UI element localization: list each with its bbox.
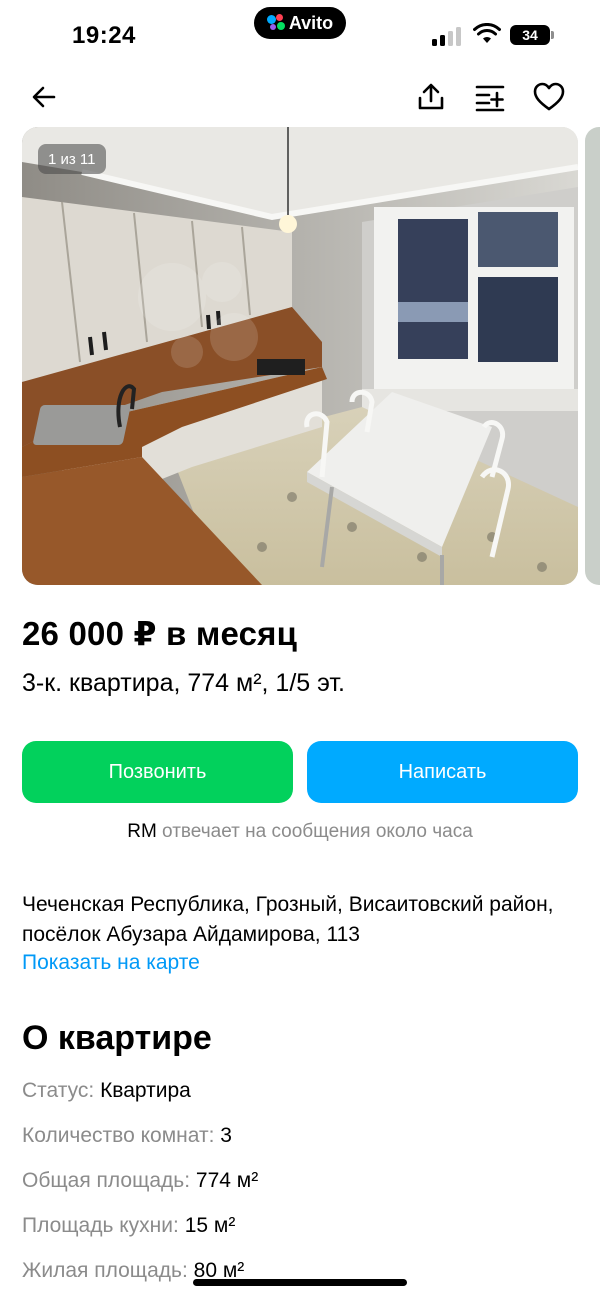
photo-counter: 1 из 11 — [38, 144, 106, 174]
param-label: Статус: — [22, 1079, 95, 1102]
listing-title: 3-к. квартира, 774 м², 1/5 эт. — [22, 669, 345, 697]
home-indicator[interactable] — [193, 1279, 407, 1286]
param-label: Площадь кухни: — [22, 1214, 179, 1237]
next-photo-preview[interactable] — [585, 127, 600, 585]
reply-time-text: отвечает на сообщения около часа — [156, 821, 473, 842]
param-value: 15 м² — [184, 1214, 236, 1237]
arrow-left-icon — [32, 86, 56, 108]
status-bar: 19:24 Avito 34 — [0, 0, 600, 70]
price: 26 000 ₽ в месяц — [22, 615, 298, 652]
param-row: Общая площадь: 774 м² — [22, 1169, 258, 1193]
app-badge-label: Avito — [288, 12, 334, 33]
param-label: Жилая площадь: — [22, 1259, 188, 1282]
about-section-title: О квартире — [22, 1019, 212, 1057]
battery-level: 34 — [522, 27, 538, 43]
seller-name: RM — [127, 821, 157, 842]
compare-list-icon — [475, 85, 505, 112]
param-value: 774 м² — [195, 1169, 259, 1192]
param-value: Квартира — [100, 1079, 191, 1102]
compare-button[interactable] — [467, 74, 513, 120]
call-button[interactable]: Позвонить — [22, 741, 293, 803]
clock: 19:24 — [72, 22, 136, 49]
cellular-signal-icon — [432, 26, 464, 46]
reply-time-note: RM отвечает на сообщения около часа — [0, 821, 600, 843]
address: Чеченская Республика, Грозный, Висаитовс… — [22, 893, 554, 946]
param-label: Количество комнат: — [22, 1124, 215, 1147]
param-row: Статус: Квартира — [22, 1079, 191, 1103]
battery-icon: 34 — [510, 25, 554, 45]
heart-icon — [533, 82, 565, 111]
kitchen-photo — [22, 127, 578, 585]
avito-logo-icon — [266, 14, 285, 32]
back-button[interactable] — [21, 74, 67, 120]
app-badge: Avito — [254, 7, 346, 39]
favorite-button[interactable] — [526, 74, 572, 120]
top-nav — [0, 74, 600, 120]
param-row: Площадь кухни: 15 м² — [22, 1214, 235, 1238]
param-row: Количество комнат: 3 — [22, 1124, 232, 1148]
param-value: 3 — [220, 1124, 232, 1147]
wifi-icon — [473, 23, 501, 43]
share-button[interactable] — [408, 74, 454, 120]
write-button[interactable]: Написать — [307, 741, 578, 803]
share-icon — [418, 83, 444, 110]
show-on-map-link[interactable]: Показать на карте — [22, 951, 200, 975]
param-label: Общая площадь: — [22, 1169, 191, 1192]
photo-gallery[interactable] — [22, 127, 578, 585]
